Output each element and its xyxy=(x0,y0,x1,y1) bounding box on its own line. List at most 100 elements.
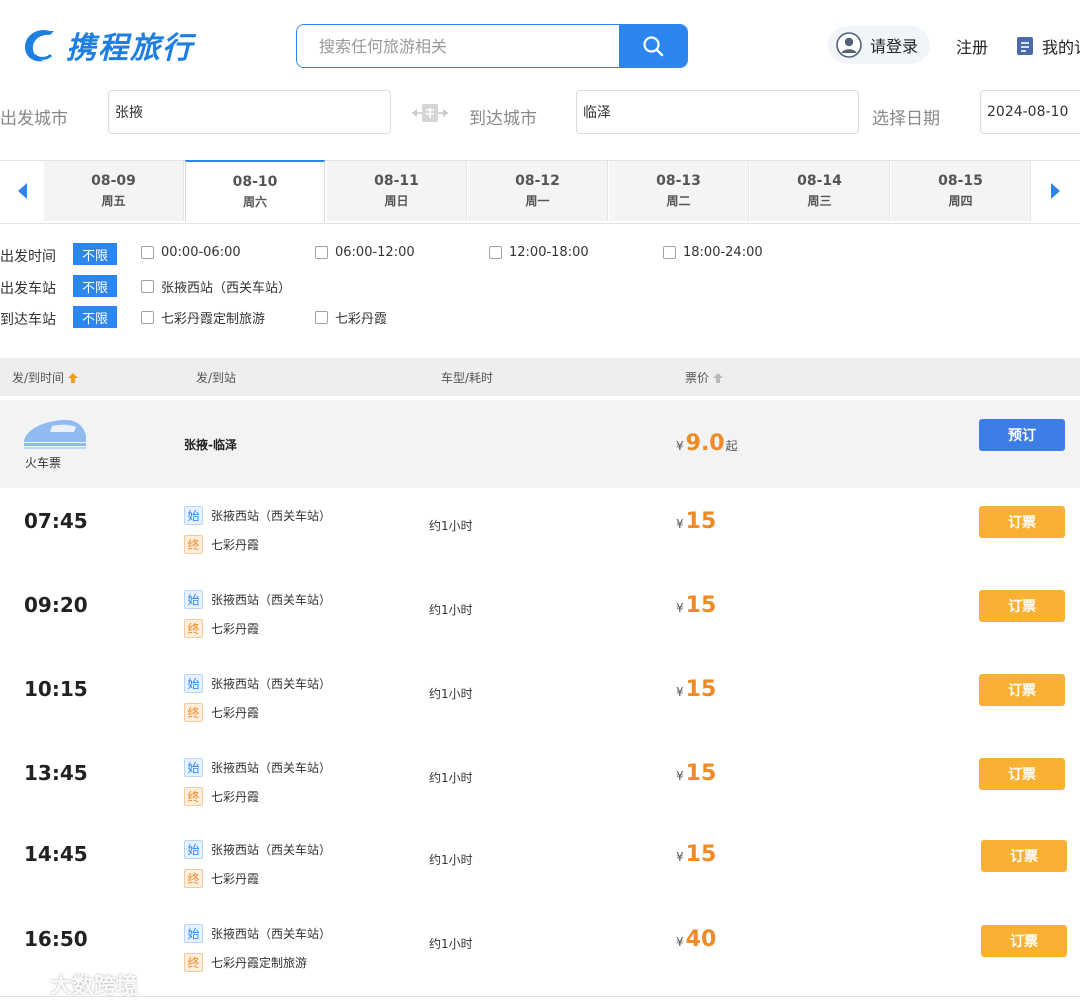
trip-row: 10:15 始张掖西站（西关车站） 终七彩丹霞 约1小时 ¥15 订票 xyxy=(0,656,1080,741)
date-tab-md: 08-14 xyxy=(797,173,842,189)
logo[interactable]: 携程旅行 xyxy=(20,22,194,68)
col-price-label: 票价 xyxy=(685,371,710,385)
date-tab-md: 08-12 xyxy=(515,173,560,189)
start-tag: 始 xyxy=(184,590,203,609)
option-label: 七彩丹霞 xyxy=(335,312,388,327)
depart-time-option[interactable]: 06:00-12:00 xyxy=(315,245,415,260)
departure-station: 始张掖西站（西关车站） xyxy=(184,758,331,777)
date-tab-md: 08-13 xyxy=(656,173,701,189)
order-list-icon xyxy=(1017,37,1033,55)
trip-price-value: 15 xyxy=(685,509,717,534)
trip-price-value: 15 xyxy=(685,761,717,786)
book-ticket-button[interactable]: 订票 xyxy=(981,925,1067,957)
currency-symbol: ¥ xyxy=(676,685,684,699)
date-tab-weekday: 周六 xyxy=(242,195,267,209)
checkbox[interactable] xyxy=(663,246,676,259)
trip-price: ¥40 xyxy=(676,927,716,952)
reserve-button[interactable]: 预订 xyxy=(979,419,1065,451)
train-ticket-summary-row: 火车票 张掖-临泽 ¥ 9.0 起 预订 xyxy=(0,400,1080,489)
option-label: 18:00-24:00 xyxy=(683,245,763,260)
trip-duration: 约1小时 xyxy=(429,853,473,867)
depart-time-unlimited-button[interactable]: 不限 xyxy=(73,243,117,265)
arrive-station-option[interactable]: 七彩丹霞定制旅游 xyxy=(141,308,265,327)
arrival-station: 终七彩丹霞 xyxy=(184,787,259,806)
departure-time: 07:45 xyxy=(24,509,88,533)
my-orders-link[interactable]: 我的订 xyxy=(1016,34,1080,58)
col-type-label: 车型/耗时 xyxy=(441,371,494,385)
book-ticket-button[interactable]: 订票 xyxy=(979,506,1065,538)
col-time-label: 发/到时间 xyxy=(12,371,65,385)
date-tab-md: 08-15 xyxy=(938,173,983,189)
trip-row: 07:45 始张掖西站（西关车站） 终七彩丹霞 约1小时 ¥15 订票 xyxy=(0,488,1080,573)
date-input[interactable] xyxy=(980,90,1080,134)
arrival-station: 终七彩丹霞定制旅游 xyxy=(184,953,307,972)
departure-station-name: 张掖西站（西关车站） xyxy=(211,509,332,523)
arrive-station-unlimited-button[interactable]: 不限 xyxy=(73,306,117,328)
checkbox[interactable] xyxy=(141,280,154,293)
trip-price: ¥15 xyxy=(676,509,716,534)
search-button[interactable] xyxy=(619,25,687,67)
book-ticket-button[interactable]: 订票 xyxy=(979,758,1065,790)
register-link[interactable]: 注册 xyxy=(956,34,988,58)
trip-price-value: 15 xyxy=(685,842,717,867)
date-tab[interactable]: 08-14 周三 xyxy=(750,161,890,221)
trip-row: 13:45 始张掖西站（西关车站） 终七彩丹霞 约1小时 ¥15 订票 xyxy=(0,740,1080,825)
train-icon xyxy=(24,419,86,449)
end-tag: 终 xyxy=(184,953,203,972)
trip-duration: 约1小时 xyxy=(429,519,473,533)
currency-symbol: ¥ xyxy=(676,517,684,531)
login-button[interactable]: 请登录 xyxy=(828,26,930,64)
date-tab-weekday: 周三 xyxy=(807,194,832,208)
date-tab[interactable]: 08-15 周四 xyxy=(891,161,1031,221)
date-tab[interactable]: 08-11 周日 xyxy=(327,161,467,221)
depart-station-option[interactable]: 张掖西站（西关车站） xyxy=(141,277,291,296)
arrow-left-icon xyxy=(18,183,27,199)
end-tag: 终 xyxy=(184,703,203,722)
trip-row: 16:50 始张掖西站（西关车站） 终七彩丹霞定制旅游 约1小时 ¥40 订票 xyxy=(0,906,1080,997)
checkbox[interactable] xyxy=(489,246,502,259)
search-icon xyxy=(643,36,664,57)
arrival-station-name: 七彩丹霞 xyxy=(211,790,260,804)
to-city-input[interactable] xyxy=(576,90,859,134)
from-city-input[interactable] xyxy=(108,90,391,134)
depart-station-unlimited-button[interactable]: 不限 xyxy=(73,275,117,297)
sort-by-time-header[interactable]: 发/到时间 xyxy=(12,369,79,386)
checkbox[interactable] xyxy=(141,246,154,259)
trip-duration: 约1小时 xyxy=(429,603,473,617)
arrival-station-name: 七彩丹霞 xyxy=(211,622,260,636)
depart-time-option[interactable]: 18:00-24:00 xyxy=(663,245,763,260)
date-prev-button[interactable] xyxy=(0,161,44,221)
trip-duration: 约1小时 xyxy=(429,771,473,785)
trip-price: ¥15 xyxy=(676,761,716,786)
book-ticket-button[interactable]: 订票 xyxy=(979,590,1065,622)
train-ticket-label: 火车票 xyxy=(25,456,62,470)
departure-time: 14:45 xyxy=(24,842,88,866)
search-bar xyxy=(296,24,688,68)
date-next-button[interactable] xyxy=(1032,161,1080,221)
price-suffix: 起 xyxy=(725,439,738,453)
date-tab[interactable]: 08-09 周五 xyxy=(44,161,184,221)
date-tab-active[interactable]: 08-10 周六 xyxy=(185,160,325,222)
swap-icon xyxy=(412,104,448,122)
sort-by-price-header[interactable]: 票价 xyxy=(685,369,724,386)
currency-symbol: ¥ xyxy=(676,850,684,864)
currency-symbol: ¥ xyxy=(676,935,684,949)
departure-station: 始张掖西站（西关车站） xyxy=(184,840,331,859)
option-label: 12:00-18:00 xyxy=(509,245,589,260)
start-tag: 始 xyxy=(184,924,203,943)
date-tab[interactable]: 08-12 周一 xyxy=(468,161,608,221)
start-tag: 始 xyxy=(184,506,203,525)
search-input[interactable] xyxy=(297,25,619,67)
date-tab[interactable]: 08-13 周二 xyxy=(609,161,749,221)
book-ticket-button[interactable]: 订票 xyxy=(981,840,1067,872)
depart-time-option[interactable]: 00:00-06:00 xyxy=(141,245,241,260)
book-ticket-button[interactable]: 订票 xyxy=(979,674,1065,706)
arrive-station-option[interactable]: 七彩丹霞 xyxy=(315,308,387,327)
depart-time-option[interactable]: 12:00-18:00 xyxy=(489,245,589,260)
swap-cities-button[interactable] xyxy=(409,102,451,128)
checkbox[interactable] xyxy=(141,311,154,324)
checkbox[interactable] xyxy=(315,311,328,324)
end-tag: 终 xyxy=(184,619,203,638)
checkbox[interactable] xyxy=(315,246,328,259)
trip-price-value: 15 xyxy=(685,593,717,618)
